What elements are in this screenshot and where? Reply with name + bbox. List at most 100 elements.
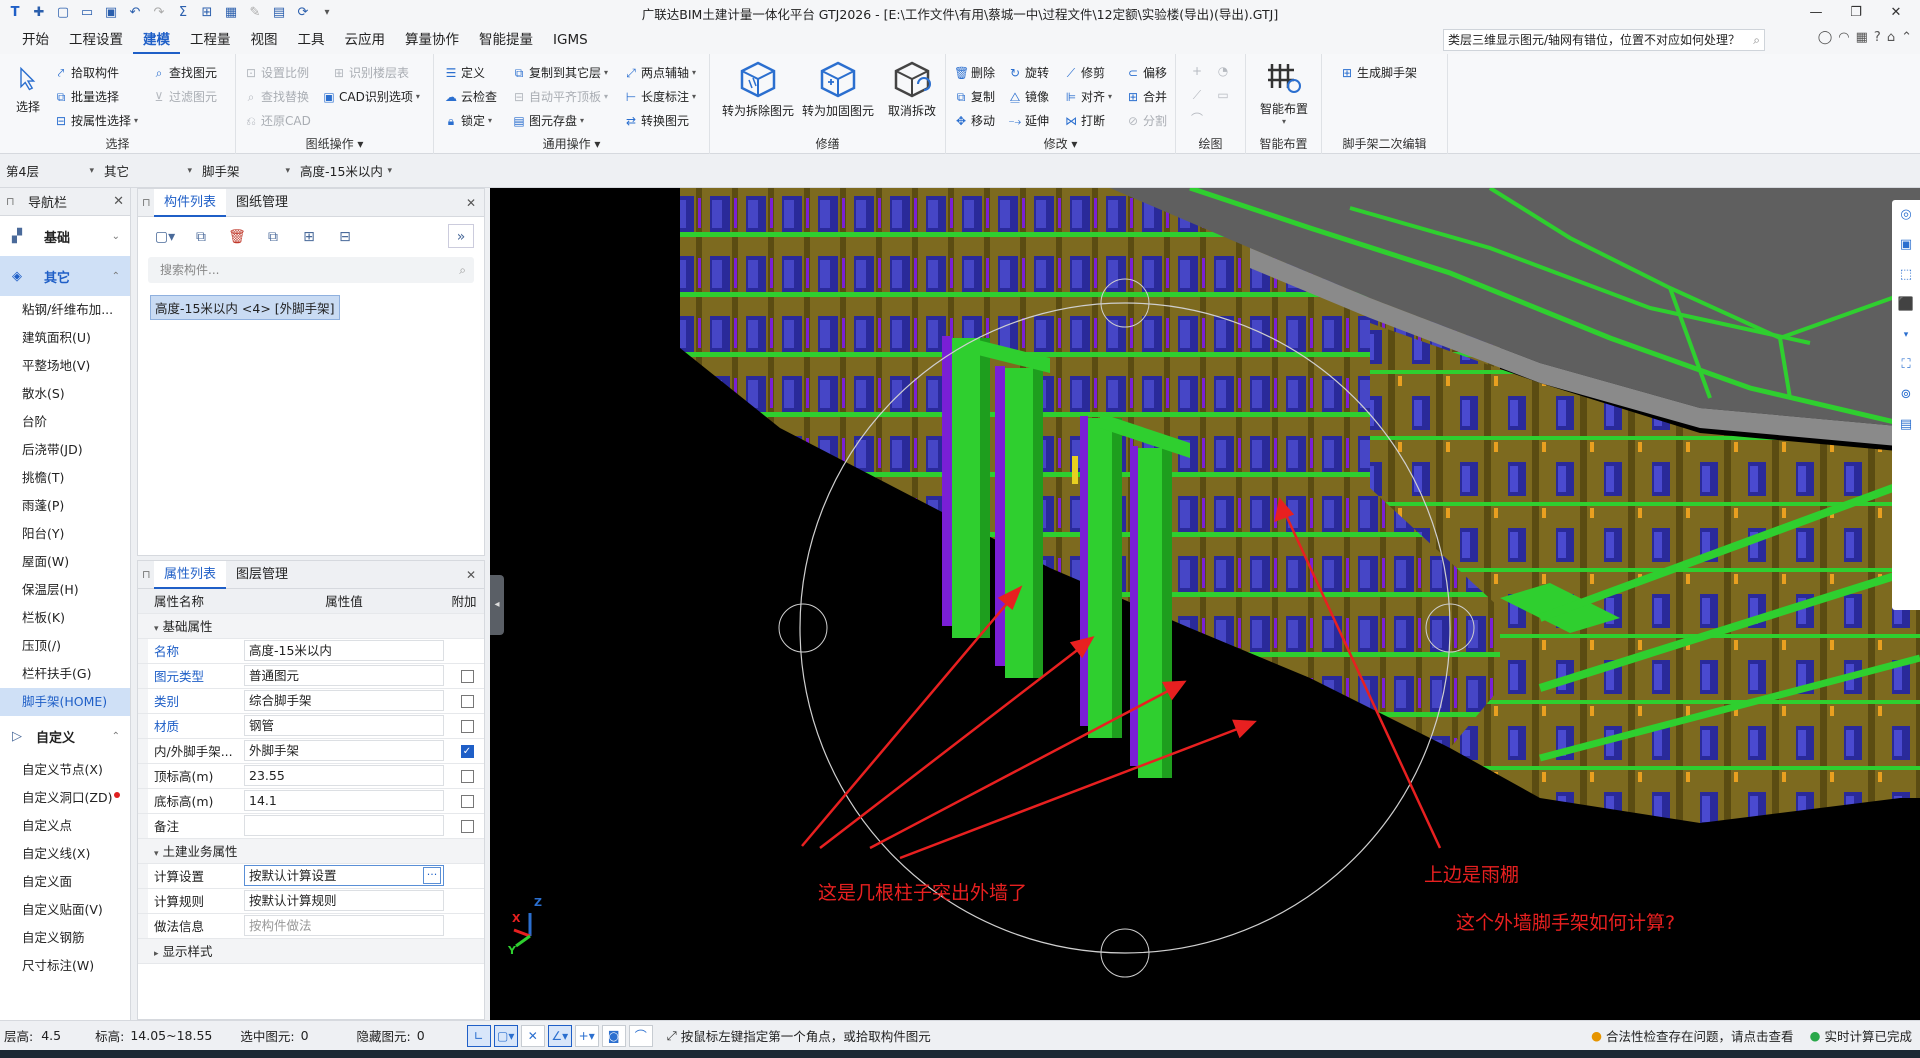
to-demolish-button[interactable]: 转为拆除图元 (722, 60, 794, 119)
3d-viewport[interactable]: 这是几根柱子突出外墙了 上边是雨棚 这个外墙脚手架如何计算? Z X Y ◎ ▣… (490, 188, 1920, 1020)
rotate-button[interactable]: ↻ 旋转 (1008, 64, 1049, 81)
copy-to-other-floor-button[interactable]: ⧉ 复制到其它层 ▾ (512, 64, 608, 81)
find-element-button[interactable]: ⌕ 查找图元 (152, 64, 217, 81)
tab-project-settings[interactable]: 工程设置 (59, 26, 133, 54)
nav-category-other[interactable]: ◈ 其它 ⌃ (0, 256, 130, 296)
tab-property-list[interactable]: 属性列表 (154, 560, 227, 589)
break-button[interactable]: ⋈ 打断 (1064, 112, 1105, 129)
split-button[interactable]: ⊘ 分割 (1126, 112, 1167, 129)
to-reinforce-button[interactable]: 转为加固图元 (802, 60, 874, 119)
nav-item[interactable]: 尺寸标注(W) (0, 952, 130, 980)
property-value-input[interactable]: 外脚手架 (244, 740, 444, 761)
offset-button[interactable]: ⊂ 偏移 (1126, 64, 1167, 81)
angle-toggle[interactable]: ∠▾ (547, 1024, 572, 1047)
length-dimension-button[interactable]: ⊢ 长度标注 ▾ (624, 88, 696, 105)
restore-cad-button[interactable]: ⎌ 还原CAD (244, 112, 311, 129)
extra-checkbox[interactable] (460, 695, 474, 708)
arc-toggle[interactable]: ⌒ (628, 1024, 653, 1047)
property-value-input[interactable]: 按默认计算规则 (244, 890, 444, 911)
search-icon[interactable]: ⌕ (1753, 30, 1760, 50)
close-icon[interactable]: ✕ (466, 568, 476, 582)
ellipsis-button[interactable]: ··· (423, 867, 441, 884)
group-label-drawing-ops[interactable]: 图纸操作 ▾ (236, 135, 433, 152)
nav-item[interactable]: 屋面(W) (0, 548, 130, 576)
component-search-input[interactable]: 搜索构件... ⌕ (148, 257, 474, 283)
property-value-input[interactable]: 14.1 (244, 790, 444, 811)
extend-button[interactable]: ⤍ 延伸 (1008, 112, 1049, 129)
view-chevron-icon[interactable]: ▾ (1892, 320, 1920, 350)
formula-icon[interactable]: Σ (172, 3, 194, 23)
view-2d-icon[interactable]: ▣ (1892, 230, 1920, 260)
element-archive-button[interactable]: ▤ 图元存盘 ▾ (512, 112, 584, 129)
tab-view[interactable]: 视图 (241, 26, 288, 54)
layers-icon[interactable]: ▤ (268, 3, 290, 23)
nav-item[interactable]: 自定义节点(X) (0, 756, 130, 784)
delete-button[interactable]: 🗑︎ 删除 (954, 64, 995, 81)
calendar-icon[interactable]: ▦ (1856, 30, 1868, 45)
headset-icon[interactable]: ◠ (1838, 30, 1849, 45)
two-point-axis-button[interactable]: ⤢ 两点辅轴 ▾ (624, 64, 696, 81)
save-icon[interactable]: ▣ (100, 3, 122, 23)
view-cube-icon[interactable]: ⬛ (1892, 290, 1920, 320)
section-basic[interactable]: ▾ 基础属性 (138, 613, 484, 639)
nav-item[interactable]: 自定义贴面(V) (0, 896, 130, 924)
tab-collab[interactable]: 算量协作 (395, 26, 469, 54)
nav-item[interactable]: 台阶 (0, 408, 130, 436)
cross-toggle[interactable]: ✕ (520, 1024, 545, 1047)
auto-align-slab-button[interactable]: ⊟ 自动平齐顶板 ▾ (512, 88, 608, 105)
draw-arc-tool-button[interactable]: ◔ (1216, 64, 1230, 78)
new-icon[interactable]: ✚ (28, 3, 50, 23)
extra-checkbox[interactable] (460, 670, 474, 683)
property-value-input[interactable]: 综合脚手架 (244, 690, 444, 711)
tab-modeling[interactable]: 建模 (133, 26, 180, 54)
recognize-floor-table-button[interactable]: ⊞ 识别楼层表 (332, 64, 409, 81)
pin-icon[interactable]: ⊓ (142, 196, 154, 209)
help-icon[interactable]: ? (1874, 30, 1881, 45)
tab-quantity[interactable]: 工程量 (180, 26, 241, 54)
new-component-icon[interactable]: ▢▾ (152, 224, 178, 248)
draw-arc-button[interactable]: ⌒ (1190, 112, 1204, 126)
tab-layer-management[interactable]: 图层管理 (226, 561, 298, 589)
lock-button[interactable]: 🔒︎ 锁定 ▾ (444, 112, 492, 129)
view-3d-icon[interactable]: ⬚ (1892, 260, 1920, 290)
nav-item[interactable]: 自定义点 (0, 812, 130, 840)
property-value-input[interactable]: 高度-15米以内 (244, 640, 444, 661)
pick-component-button[interactable]: ⤤ 拾取构件 (54, 64, 119, 81)
snap-toggle[interactable]: ▢▾ (493, 1024, 518, 1047)
trim-button[interactable]: ⟋ 修剪 (1064, 64, 1105, 81)
tab-drawing-management[interactable]: 图纸管理 (226, 189, 298, 217)
property-value-input[interactable]: 普通图元 (244, 665, 444, 686)
nav-item[interactable]: 自定义面 (0, 868, 130, 896)
smart-layout-button[interactable]: 智能布置 ▾ (1252, 58, 1316, 126)
cad-options-button[interactable]: ▣ CAD识别选项 ▾ (322, 88, 420, 105)
tab-component-list[interactable]: 构件列表 (154, 188, 227, 217)
nav-item[interactable]: 阳台(Y) (0, 520, 130, 548)
dynamic-input-toggle[interactable]: ◙ (601, 1024, 626, 1047)
category-select[interactable]: 其它 ▾ (100, 159, 196, 183)
nav-category-custom[interactable]: ▷ 自定义 ⌃ (0, 716, 130, 756)
fit-view-icon[interactable]: ⛶ (1892, 350, 1920, 380)
undo-icon[interactable]: ↶ (124, 3, 146, 23)
user-icon[interactable]: ◯ (1818, 30, 1833, 45)
group-label-general-ops[interactable]: 通用操作 ▾ (434, 135, 709, 152)
new-file-icon[interactable]: ▢ (52, 3, 74, 23)
ortho-toggle[interactable]: ∟ (466, 1024, 491, 1047)
panel-splitter-handle[interactable]: ◂ (490, 575, 504, 635)
nav-item[interactable]: 雨蓬(P) (0, 492, 130, 520)
nav-item[interactable]: 粘钢/纤维布加... (0, 296, 130, 324)
property-value-input[interactable] (244, 815, 444, 836)
nav-item-scaffold[interactable]: 脚手架(HOME) (0, 688, 130, 716)
align-button[interactable]: ⊫ 对齐 ▾ (1064, 88, 1112, 105)
brush-icon[interactable]: ✎ (244, 3, 266, 23)
cancel-alteration-button[interactable]: 取消拆改 (882, 60, 942, 119)
pin-icon[interactable]: ⊓ (142, 568, 154, 581)
qa-more-icon[interactable]: ▾ (316, 3, 338, 23)
report-icon[interactable]: ▤ (1892, 410, 1920, 440)
find-replace-button[interactable]: ⌕ 查找替换 (244, 88, 309, 105)
calc-settings-input[interactable]: 按默认计算设置 ··· (244, 865, 444, 886)
warning-icon[interactable]: ● (1591, 1028, 1602, 1043)
nav-item[interactable]: 自定义线(X) (0, 840, 130, 868)
tab-igms[interactable]: IGMS (543, 26, 598, 54)
group-label-modify[interactable]: 修改 ▾ (946, 135, 1175, 152)
property-value-input[interactable]: 钢管 (244, 715, 444, 736)
